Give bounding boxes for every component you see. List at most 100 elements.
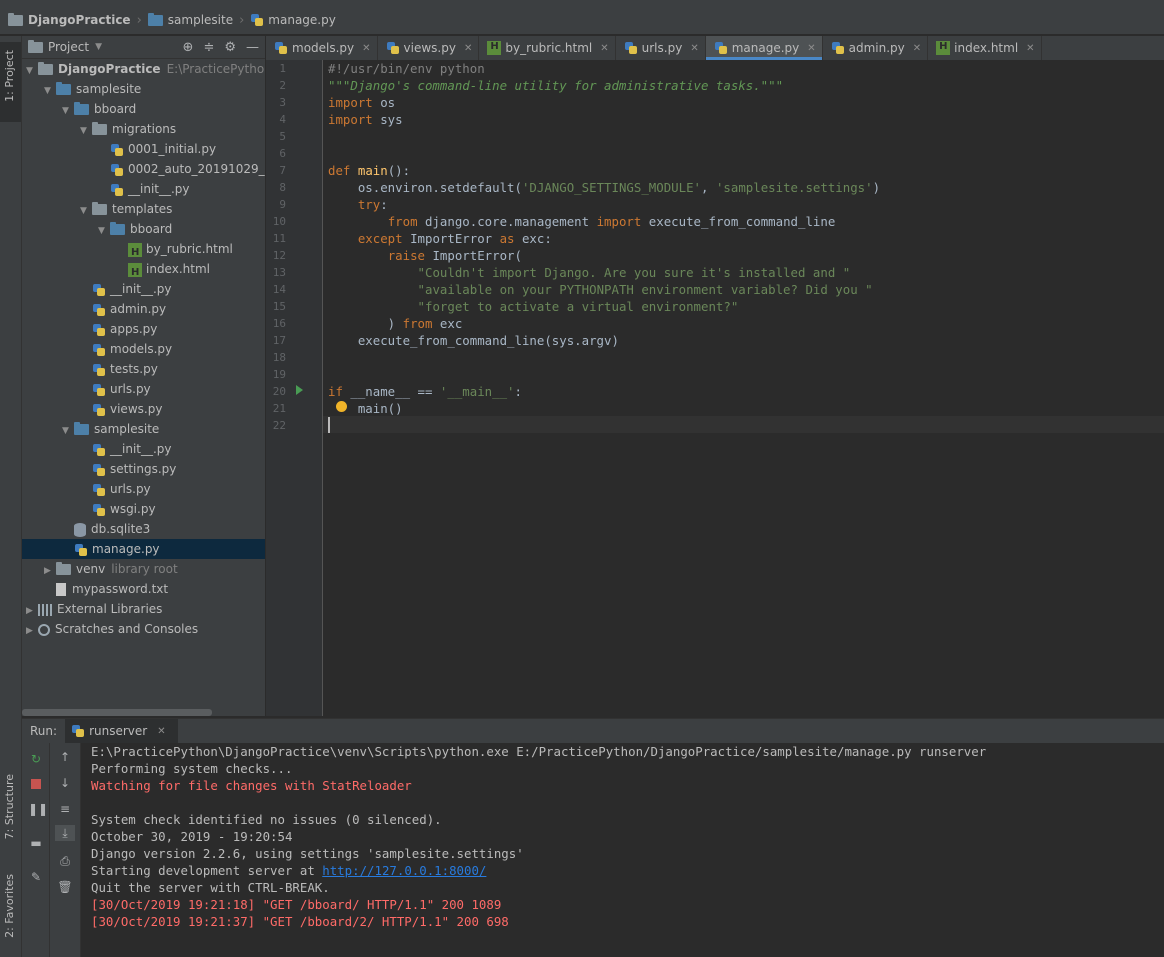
tree-item[interactable]: __init__.py — [22, 179, 265, 199]
arrow-up-icon[interactable]: ↑ — [57, 749, 73, 765]
tree-item[interactable]: ▶ External Libraries — [22, 599, 265, 619]
hide-icon[interactable]: — — [246, 40, 259, 55]
stop-icon[interactable] — [28, 777, 44, 793]
tree-item[interactable]: ▶ venv library root — [22, 559, 265, 579]
expand-arrow-icon[interactable]: ▼ — [44, 81, 56, 99]
editor-tab[interactable]: admin.py ✕ — [823, 36, 929, 60]
tree-item[interactable]: db.sqlite3 — [22, 519, 265, 539]
tree-item[interactable]: mypassword.txt — [22, 579, 265, 599]
code-line: os.environ.setdefault('DJANGO_SETTINGS_M… — [328, 180, 881, 195]
breadcrumb-item-project[interactable]: DjangoPractice — [8, 12, 131, 27]
tree-item[interactable]: models.py — [22, 339, 265, 359]
tree-item[interactable]: urls.py — [22, 479, 265, 499]
tree-item[interactable]: settings.py — [22, 459, 265, 479]
python-file-icon — [71, 724, 85, 738]
lightbulb-icon[interactable] — [336, 401, 347, 412]
python-file-icon — [274, 41, 288, 55]
server-url-link[interactable]: http://127.0.0.1:8000/ — [322, 863, 486, 878]
run-gutter-icon[interactable] — [296, 385, 303, 395]
expand-arrow-icon[interactable]: ▼ — [98, 221, 110, 239]
editor-tab[interactable]: models.py ✕ — [266, 36, 378, 60]
print-icon[interactable]: ⎙ — [57, 853, 73, 869]
soft-wrap-icon[interactable]: ≡ — [57, 801, 73, 817]
tree-item[interactable]: 0001_initial.py — [22, 139, 265, 159]
tree-item[interactable]: index.html — [22, 259, 265, 279]
tree-item[interactable]: ▼ samplesite — [22, 419, 265, 439]
collapse-arrow-icon[interactable]: ▶ — [44, 561, 56, 579]
run-toolbar-right: ↑ ↓ ≡ ⤓ ⎙ 🗑 — [50, 743, 81, 957]
pin-icon[interactable]: ✎ — [28, 869, 44, 885]
tree-item[interactable]: apps.py — [22, 319, 265, 339]
tool-tab-structure[interactable]: 7: Structure — [0, 770, 21, 850]
expand-arrow-icon[interactable]: ▼ — [80, 121, 92, 139]
code-line: """Django's command-line utility for adm… — [328, 78, 784, 93]
scroll-to-end-icon[interactable]: ⤓ — [55, 825, 75, 841]
horizontal-scrollbar[interactable] — [22, 709, 212, 716]
tree-item[interactable]: admin.py — [22, 299, 265, 319]
tree-item-label: by_rubric.html — [146, 242, 233, 256]
console-line: [30/Oct/2019 19:21:18] "GET /bboard/ HTT… — [91, 897, 502, 912]
arrow-down-icon[interactable]: ↓ — [57, 775, 73, 791]
editor-tab[interactable]: urls.py ✕ — [616, 36, 706, 60]
layout-icon[interactable]: ▬ — [28, 835, 44, 851]
code-line: "available on your PYTHONPATH environmen… — [417, 282, 873, 297]
code-line: try: — [357, 197, 388, 212]
tool-tab-project[interactable]: 1: Project — [0, 42, 21, 122]
close-icon[interactable]: ✕ — [600, 43, 608, 54]
tree-item[interactable]: ▼ bboard — [22, 99, 265, 119]
locate-icon[interactable]: ⊕ — [183, 40, 194, 55]
close-icon[interactable]: ✕ — [1026, 43, 1034, 54]
rerun-icon[interactable]: ↻ — [28, 751, 44, 767]
tree-item-path: E:\PracticePython\Djan — [166, 62, 265, 76]
pause-icon[interactable]: ❚❚ — [28, 801, 48, 817]
editor-tab[interactable]: index.html ✕ — [928, 36, 1042, 60]
expand-arrow-icon[interactable]: ▼ — [26, 61, 38, 79]
collapse-arrow-icon[interactable]: ▶ — [26, 621, 38, 639]
breadcrumb-item-file[interactable]: manage.py — [250, 13, 336, 27]
python-file-icon — [250, 13, 264, 27]
tree-item[interactable]: wsgi.py — [22, 499, 265, 519]
collapse-all-icon[interactable]: ≑ — [203, 40, 214, 55]
collapse-arrow-icon[interactable]: ▶ — [26, 601, 38, 619]
editor-tab-label: by_rubric.html — [505, 41, 593, 55]
editor-tab[interactable]: by_rubric.html ✕ — [479, 36, 616, 60]
python-file-icon — [110, 143, 124, 157]
tree-item[interactable]: by_rubric.html — [22, 239, 265, 259]
expand-arrow-icon[interactable]: ▼ — [62, 101, 74, 119]
run-tab-runserver[interactable]: runserver ✕ — [65, 719, 178, 743]
trash-icon[interactable]: 🗑 — [57, 879, 73, 895]
expand-arrow-icon[interactable]: ▼ — [62, 421, 74, 439]
tree-item[interactable]: urls.py — [22, 379, 265, 399]
gear-icon[interactable]: ⚙ — [224, 40, 236, 55]
close-icon[interactable]: ✕ — [690, 43, 698, 54]
tree-item[interactable]: ▼ migrations — [22, 119, 265, 139]
tree-item[interactable]: __init__.py — [22, 279, 265, 299]
close-icon[interactable]: ✕ — [157, 726, 165, 737]
tree-item[interactable]: 0002_auto_20191029_1643 — [22, 159, 265, 179]
editor-tab[interactable]: manage.py ✕ — [705, 36, 823, 60]
tree-item[interactable]: ▶ Scratches and Consoles — [22, 619, 265, 639]
tree-item-label: admin.py — [110, 302, 167, 316]
html-file-icon — [936, 41, 951, 55]
close-icon[interactable]: ✕ — [362, 43, 370, 54]
close-icon[interactable]: ✕ — [464, 43, 472, 54]
close-icon[interactable]: ✕ — [807, 43, 815, 54]
dropdown-arrow-icon[interactable]: ▼ — [95, 42, 102, 52]
tree-item[interactable]: ▼ bboard — [22, 219, 265, 239]
python-file-icon — [92, 323, 106, 337]
tree-item[interactable]: ▼ templates — [22, 199, 265, 219]
tree-item[interactable]: ▼ samplesite — [22, 79, 265, 99]
tree-item[interactable]: ▼ DjangoPractice E:\PracticePython\Djan — [22, 59, 265, 79]
breadcrumb-item-folder[interactable]: samplesite — [147, 12, 233, 27]
close-icon[interactable]: ✕ — [913, 43, 921, 54]
python-file-icon — [92, 383, 106, 397]
editor-tab[interactable]: views.py ✕ — [378, 36, 480, 60]
console-line: Watching for file changes with StatReloa… — [91, 778, 412, 793]
tree-item[interactable]: tests.py — [22, 359, 265, 379]
expand-arrow-icon[interactable]: ▼ — [80, 201, 92, 219]
tree-item[interactable]: __init__.py — [22, 439, 265, 459]
project-view-selector[interactable]: Project — [48, 40, 89, 54]
tree-item[interactable]: manage.py — [22, 539, 265, 559]
tool-tab-favorites[interactable]: 2: Favorites — [0, 870, 21, 950]
tree-item[interactable]: views.py — [22, 399, 265, 419]
